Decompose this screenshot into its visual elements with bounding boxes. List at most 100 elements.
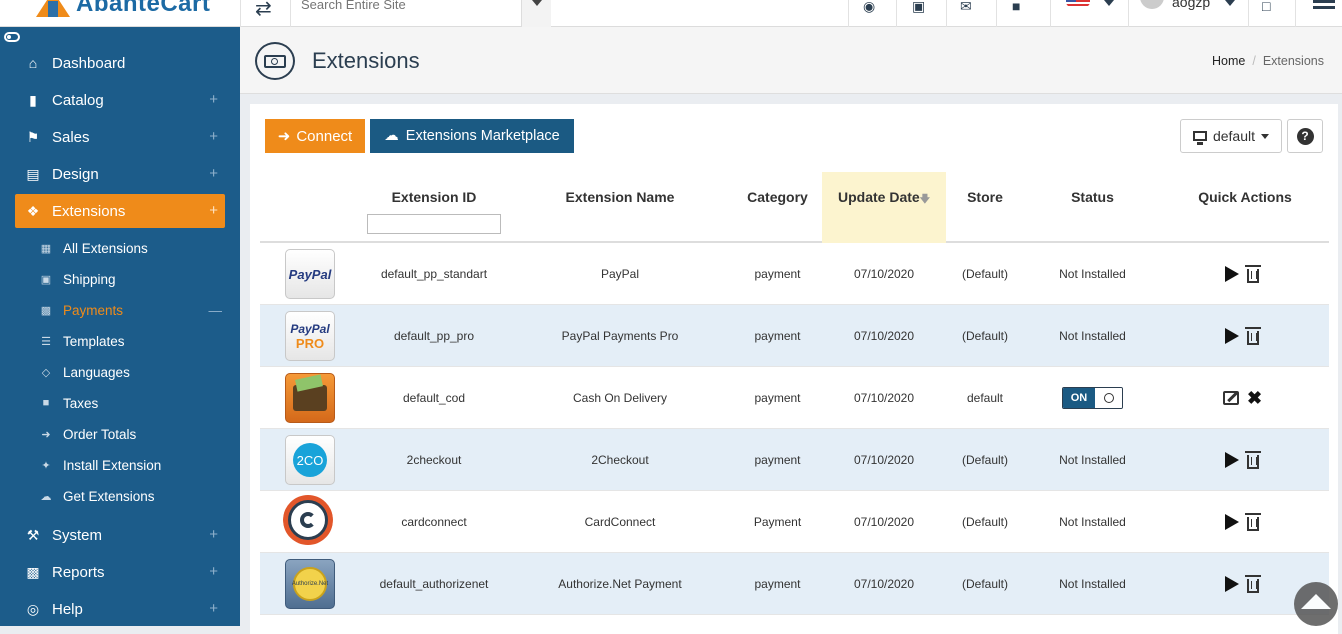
uninstall-x-icon[interactable]: ✖ [1247, 389, 1262, 407]
search-dropdown-button[interactable] [521, 0, 551, 27]
brand-logo[interactable]: AbanteCart [36, 0, 210, 17]
install-play-icon[interactable] [1225, 452, 1239, 468]
chevron-down-icon [1261, 133, 1270, 139]
divider [1295, 0, 1296, 27]
notifications-icon[interactable]: ■ [1012, 0, 1020, 14]
table-header: Extension ID Extension Name Category Upd… [260, 172, 1329, 243]
cell-update-date: 07/10/2020 [853, 577, 915, 591]
quick-actions [1225, 553, 1261, 615]
cloud-download-icon: ☁ [384, 128, 399, 144]
delete-trash-icon[interactable] [1245, 264, 1261, 283]
expand-icon[interactable]: + [209, 128, 218, 145]
breadcrumb-current: Extensions [1262, 54, 1324, 68]
expand-icon[interactable]: + [209, 91, 218, 108]
store-select-value: default [1212, 128, 1256, 144]
toggle-icon[interactable] [4, 32, 20, 42]
breadcrumb-home[interactable]: Home [1212, 54, 1245, 68]
user-menu[interactable]: aogzp [1140, 0, 1210, 10]
sidebar-subitem-install-extension[interactable]: ✦ Install Extension [38, 451, 228, 479]
sidebar-item-label: Dashboard [52, 54, 126, 72]
sidebar-item-reports[interactable]: ▩ Reports + [15, 555, 225, 589]
sidebar-subitem-shipping[interactable]: ▣ Shipping [38, 265, 228, 293]
column-header-store[interactable]: Store [950, 172, 1020, 243]
sidebar-item-system[interactable]: ⚒ System + [15, 518, 225, 552]
table-row: Authorize.Net default_authorizenet Autho… [260, 553, 1329, 615]
table-row: PayPal PRO default_pp_pro PayPal Payment… [260, 305, 1329, 367]
expand-icon[interactable]: + [209, 526, 218, 543]
cell-extension-id: default_cod [402, 391, 466, 405]
breadcrumb-separator: / [1252, 54, 1256, 68]
logout-icon[interactable]: □ [1262, 0, 1270, 14]
bar-chart-icon: ▩ [26, 563, 40, 580]
sidebar-subitem-languages[interactable]: ◇ Languages [38, 358, 228, 386]
connect-button[interactable]: ➜ Connect [265, 119, 365, 153]
sidebar-subitem-taxes[interactable]: ■ Taxes [38, 389, 228, 417]
delete-trash-icon[interactable] [1245, 326, 1261, 345]
logo-text: Authorize.Net [292, 567, 328, 601]
expand-icon[interactable]: + [209, 600, 218, 617]
sidebar-subitem-get-extensions[interactable]: ☁ Get Extensions [38, 482, 228, 510]
us-flag-icon[interactable] [1066, 0, 1090, 7]
install-play-icon[interactable] [1225, 328, 1239, 344]
column-header-category[interactable]: Category [730, 172, 825, 243]
cell-category: payment [754, 267, 801, 281]
sidebar-subitem-all-extensions[interactable]: ▦ All Extensions [38, 234, 228, 262]
expand-icon[interactable]: + [209, 165, 218, 182]
edit-icon[interactable] [1223, 391, 1239, 405]
cell-extension-id: default_pp_pro [393, 329, 475, 343]
sidebar-subitem-label: Templates [63, 333, 125, 349]
divider [896, 0, 897, 27]
extension-id-filter-input[interactable] [367, 214, 501, 234]
extensions-marketplace-button[interactable]: ☁ Extensions Marketplace [370, 119, 574, 153]
collapse-icon[interactable]: — [209, 303, 223, 318]
divider [1050, 0, 1051, 27]
search-box [291, 0, 551, 27]
sidebar-item-label: System [52, 526, 103, 544]
top-navbar: AbanteCart ⇄ ◉ ▣ ✉ ■ aogzp □ [0, 0, 1342, 27]
sidebar-item-catalog[interactable]: ▮ Catalog + [15, 83, 225, 117]
delete-trash-icon[interactable] [1245, 574, 1261, 593]
delete-trash-icon[interactable] [1245, 512, 1261, 531]
logo-text: PRO [295, 335, 325, 351]
logo-text: PayPal [288, 266, 332, 282]
search-input[interactable] [291, 0, 520, 14]
cell-status: Not Installed [1059, 515, 1126, 529]
cell-update-date: 07/10/2020 [853, 515, 915, 529]
cell-extension-name: PayPal [600, 267, 640, 281]
divider [1128, 0, 1129, 27]
monitor-icon[interactable]: ▣ [912, 0, 925, 15]
sidebar-subitem-order-totals[interactable]: ➜ Order Totals [38, 420, 228, 448]
sidebar-item-extensions[interactable]: ❖ Extensions + [15, 194, 225, 228]
connect-label: Connect [296, 127, 353, 145]
paypal-pro-logo-icon: PayPal PRO [285, 311, 335, 361]
sidebar-item-sales[interactable]: ⚑ Sales + [15, 120, 225, 154]
column-header-status[interactable]: Status [1040, 172, 1145, 243]
flag-icon: ⚑ [26, 128, 40, 145]
column-header-update-date[interactable]: Update Date🡇 [822, 172, 946, 243]
scroll-to-top-button[interactable] [1294, 582, 1338, 626]
store-select[interactable]: default [1180, 119, 1282, 153]
delete-trash-icon[interactable] [1245, 450, 1261, 469]
messages-icon[interactable]: ✉ [960, 0, 972, 15]
expand-icon[interactable]: + [209, 563, 218, 580]
status-toggle[interactable]: ON [1062, 387, 1123, 409]
sidebar-item-design[interactable]: ▤ Design + [15, 157, 225, 191]
expand-icon[interactable]: + [209, 202, 218, 219]
user-dropdown-icon[interactable] [1225, 0, 1235, 6]
sidebar-item-label: Reports [52, 563, 105, 581]
cell-category: payment [754, 391, 801, 405]
install-play-icon[interactable] [1225, 514, 1239, 530]
podcast-icon[interactable]: ◉ [863, 0, 875, 15]
sidebar-item-help[interactable]: ◎ Help + [15, 592, 225, 626]
sidebar-subitem-templates[interactable]: ☰ Templates [38, 327, 228, 355]
install-play-icon[interactable] [1225, 576, 1239, 592]
menu-icon[interactable] [1313, 0, 1335, 9]
install-play-icon[interactable] [1225, 266, 1239, 282]
column-header-extension-name[interactable]: Extension Name [525, 172, 715, 243]
sidebar-item-dashboard[interactable]: ⌂ Dashboard [15, 46, 225, 80]
sidebar-toggle-icon[interactable]: ⇄ [255, 0, 272, 21]
sidebar-subitem-payments[interactable]: ▩ Payments — [38, 296, 228, 324]
language-dropdown-icon[interactable] [1104, 0, 1114, 6]
help-button[interactable]: ? [1287, 119, 1323, 153]
sidebar-subitem-label: Languages [63, 364, 130, 380]
